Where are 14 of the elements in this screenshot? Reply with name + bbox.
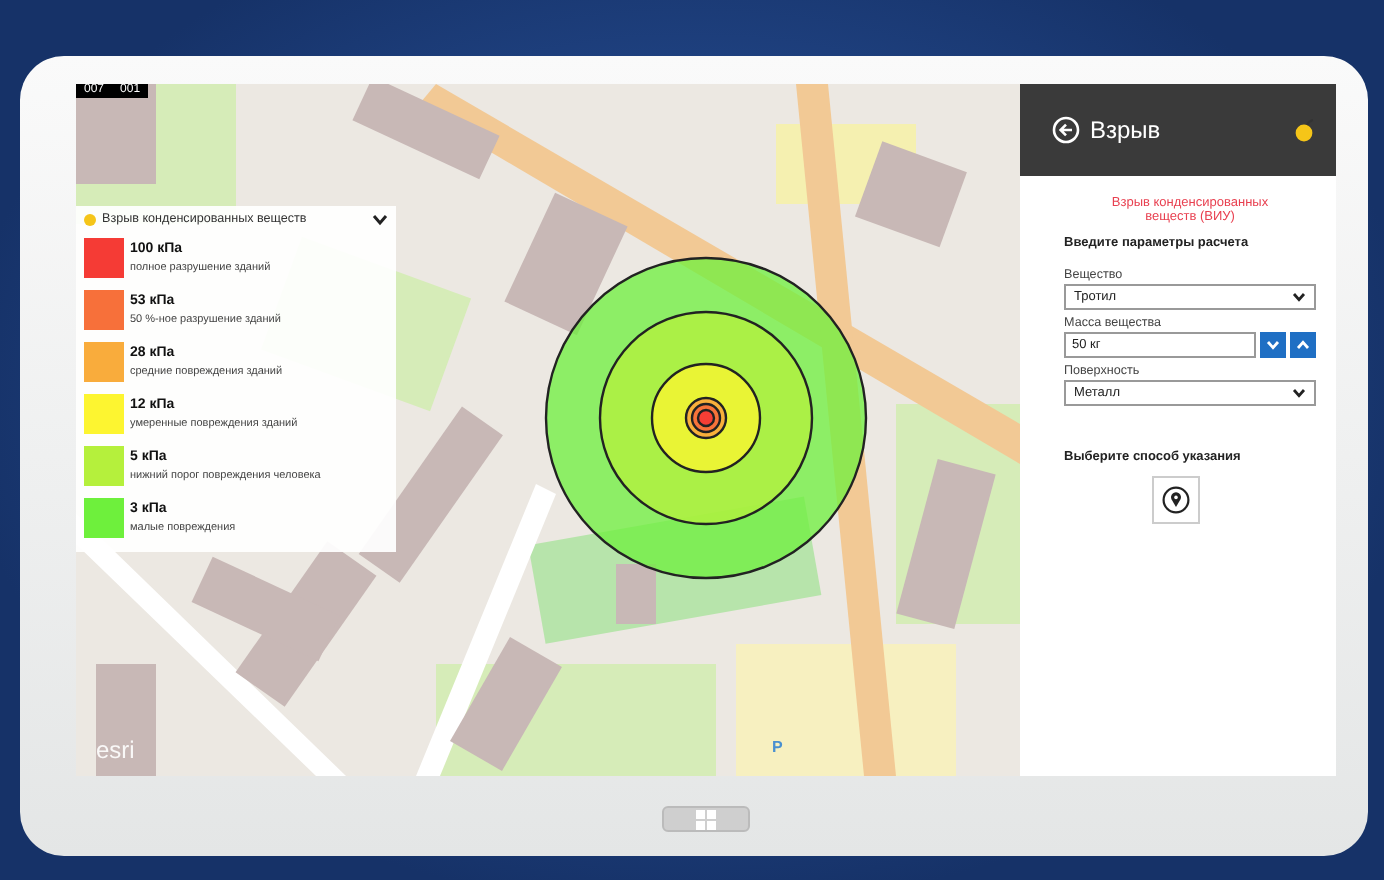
decrease-button[interactable]	[1260, 332, 1286, 358]
parking-label: P	[772, 738, 783, 756]
chevron-icon[interactable]	[372, 213, 388, 225]
chevron-up-icon	[1296, 340, 1310, 350]
chevron-icon	[1292, 388, 1306, 398]
chevron-down-icon	[1266, 340, 1280, 350]
panel-title: Взрыв	[1090, 116, 1163, 144]
increase-button[interactable]	[1290, 332, 1316, 358]
location-pin-button[interactable]	[1152, 476, 1200, 524]
chevron-icon	[1292, 292, 1306, 302]
back-button[interactable]	[1052, 116, 1080, 144]
map-attribution: esri	[96, 736, 135, 764]
window-grid-icon	[696, 809, 716, 829]
map-pin-icon	[1162, 486, 1190, 514]
